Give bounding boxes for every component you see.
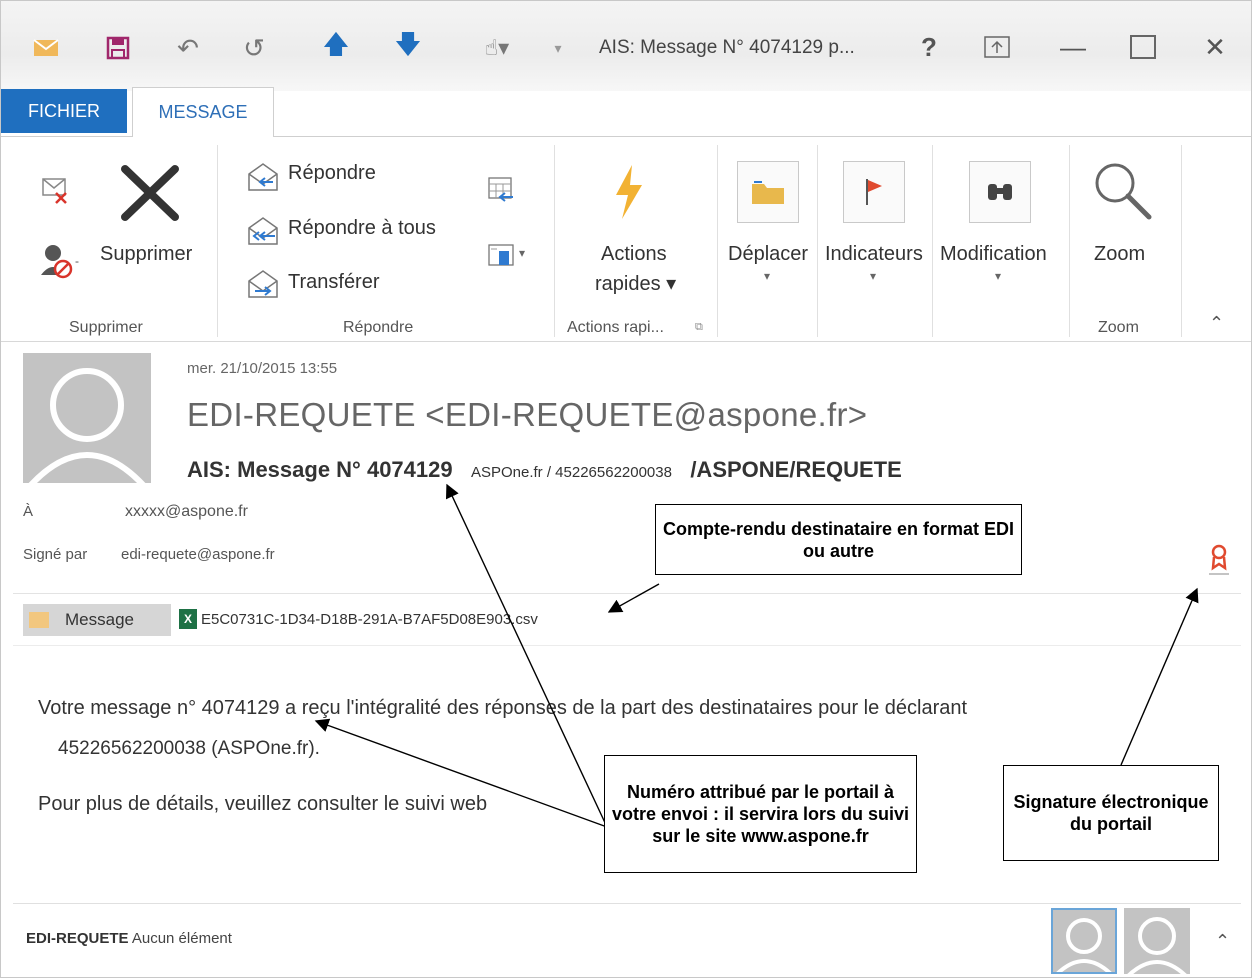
subject-path: /ASPONE/REQUETE — [690, 457, 902, 482]
touch-mode-icon[interactable]: ☝▾ — [467, 31, 527, 65]
tags-dropdown-icon[interactable]: ▾ — [870, 269, 876, 283]
editing-button[interactable]: Modification — [940, 243, 1047, 266]
quick-steps-dropdown[interactable]: rapides ▾ — [595, 271, 676, 296]
flag-icon[interactable] — [843, 161, 905, 223]
meeting-icon[interactable] — [487, 175, 515, 208]
svg-text:▾: ▾ — [519, 246, 525, 260]
ribbon-separator — [1181, 145, 1182, 337]
quick-steps-label[interactable]: Actions — [601, 243, 667, 266]
ribbon-separator — [554, 145, 555, 337]
junk-icon[interactable]: - — [39, 241, 87, 286]
csv-attachment[interactable]: X E5C0731C-1D34-D18B-291A-B7AF5D08E903.c… — [179, 609, 538, 629]
people-pane-avatar[interactable] — [1124, 908, 1190, 974]
find-binoculars-icon[interactable] — [969, 161, 1031, 223]
divider — [13, 593, 1241, 594]
message-tab-label: Message — [65, 610, 134, 629]
window-title: AIS: Message N° 4074129 p... — [599, 37, 855, 58]
body-line-1b: 45226562200038 (ASPOne.fr). — [58, 738, 320, 759]
quick-steps-icon[interactable] — [610, 163, 646, 226]
callout-signature: Signature électronique du portail — [1003, 765, 1219, 861]
collapse-ribbon-icon[interactable]: ⌃ — [1209, 313, 1224, 334]
digital-signature-icon[interactable] — [1208, 544, 1230, 576]
ribbon-separator — [817, 145, 818, 337]
svg-text:-: - — [75, 254, 79, 268]
group-label-repondre: Répondre — [343, 319, 414, 336]
group-label-zoom: Zoom — [1098, 319, 1139, 336]
people-pane-text: EDI-REQUETE Aucun élément — [26, 930, 232, 947]
signed-by-label: Signé par — [23, 546, 88, 563]
delete-icon[interactable] — [117, 163, 183, 228]
ribbon-separator — [932, 145, 933, 337]
subject-main: AIS: Message N° 4074129 — [187, 457, 453, 482]
body-line-1: Votre message n° 4074129 a reçu l'intégr… — [38, 697, 968, 719]
to-recipient[interactable]: xxxxx@aspone.fr — [125, 503, 248, 521]
group-label-actions: Actions rapi... — [567, 319, 664, 336]
mail-icon[interactable] — [29, 31, 63, 65]
tab-fichier[interactable]: FICHIER — [1, 89, 127, 133]
reply-all-button[interactable]: Répondre à tous — [288, 217, 436, 240]
maximize-button[interactable] — [1123, 27, 1163, 67]
callout-numero: Numéro attribué par le portail à votre e… — [604, 755, 917, 873]
reply-icon[interactable] — [245, 162, 281, 197]
sender-name[interactable]: EDI-REQUETE <EDI-REQUETE@aspone.fr> — [187, 396, 867, 434]
message-date: mer. 21/10/2015 13:55 — [187, 360, 338, 377]
signed-by-value: edi-requete@aspone.fr — [121, 546, 275, 563]
move-icon[interactable] — [737, 161, 799, 223]
tab-message[interactable]: MESSAGE — [132, 87, 274, 137]
save-icon[interactable] — [101, 31, 135, 65]
ribbon: - Supprimer Supprimer Répondre Répondre … — [1, 136, 1251, 342]
editing-dropdown-icon[interactable]: ▾ — [995, 269, 1001, 283]
forward-button[interactable]: Transférer — [288, 271, 380, 294]
to-label: À — [23, 503, 34, 520]
move-dropdown-icon[interactable]: ▾ — [764, 269, 770, 283]
ribbon-separator — [217, 145, 218, 337]
close-button[interactable]: ✕ — [1195, 27, 1235, 67]
subject-account: ASPOne.fr / 45226562200038 — [470, 464, 672, 481]
people-pane-name[interactable]: EDI-REQUETE — [26, 930, 129, 947]
customize-toolbar-icon[interactable]: ▾ — [541, 31, 575, 65]
move-button[interactable]: Déplacer — [728, 243, 808, 266]
message-tab[interactable]: Message — [23, 604, 171, 636]
tags-button[interactable]: Indicateurs — [825, 243, 923, 266]
ignore-icon[interactable] — [39, 173, 73, 212]
outlook-message-window: ↶ ↺ 🡅 🡇 ☝▾ ▾ AIS: Message N° 4074129 p..… — [0, 0, 1252, 978]
zoom-button[interactable]: Zoom — [1094, 243, 1145, 266]
delete-button[interactable]: Supprimer — [100, 243, 192, 266]
divider — [13, 903, 1241, 904]
forward-icon[interactable] — [245, 269, 281, 304]
divider — [13, 645, 1241, 646]
sender-avatar — [23, 353, 151, 483]
people-pane-avatar-selected[interactable] — [1051, 908, 1117, 974]
message-subject: AIS: Message N° 4074129 ASPOne.fr / 4522… — [187, 457, 902, 483]
reply-all-icon[interactable] — [245, 216, 281, 251]
help-button[interactable]: ? — [909, 27, 949, 67]
group-label-supprimer: Supprimer — [69, 319, 143, 336]
ribbon-separator — [717, 145, 718, 337]
body-line-2: Pour plus de détails, veuillez consulter… — [38, 793, 488, 815]
reply-button[interactable]: Répondre — [288, 162, 376, 185]
redo-icon[interactable]: ↺ — [237, 31, 271, 65]
zoom-icon[interactable] — [1091, 159, 1155, 226]
title-bar: ↶ ↺ 🡅 🡇 ☝▾ ▾ AIS: Message N° 4074129 p..… — [1, 1, 1251, 91]
envelope-icon — [29, 612, 49, 628]
ribbon-display-options-button[interactable] — [977, 27, 1017, 67]
ribbon-separator — [1069, 145, 1070, 337]
undo-icon[interactable]: ↶ — [171, 31, 205, 65]
csv-attachment-name: E5C0731C-1D34-D18B-291A-B7AF5D08E903.csv — [201, 610, 538, 628]
previous-item-icon[interactable]: 🡅 — [319, 29, 353, 65]
more-respond-icon[interactable]: ▾ — [487, 241, 539, 276]
minimize-button[interactable]: — — [1053, 27, 1093, 67]
next-item-icon[interactable]: 🡇 — [391, 29, 425, 65]
callout-compte-rendu: Compte-rendu destinataire en format EDI … — [655, 504, 1022, 575]
dialog-launcher-icon[interactable]: ⧉ — [695, 321, 703, 334]
expand-people-pane-icon[interactable]: ⌃ — [1215, 931, 1230, 952]
excel-icon: X — [179, 609, 197, 629]
people-pane-status: Aucun élément — [131, 930, 232, 947]
